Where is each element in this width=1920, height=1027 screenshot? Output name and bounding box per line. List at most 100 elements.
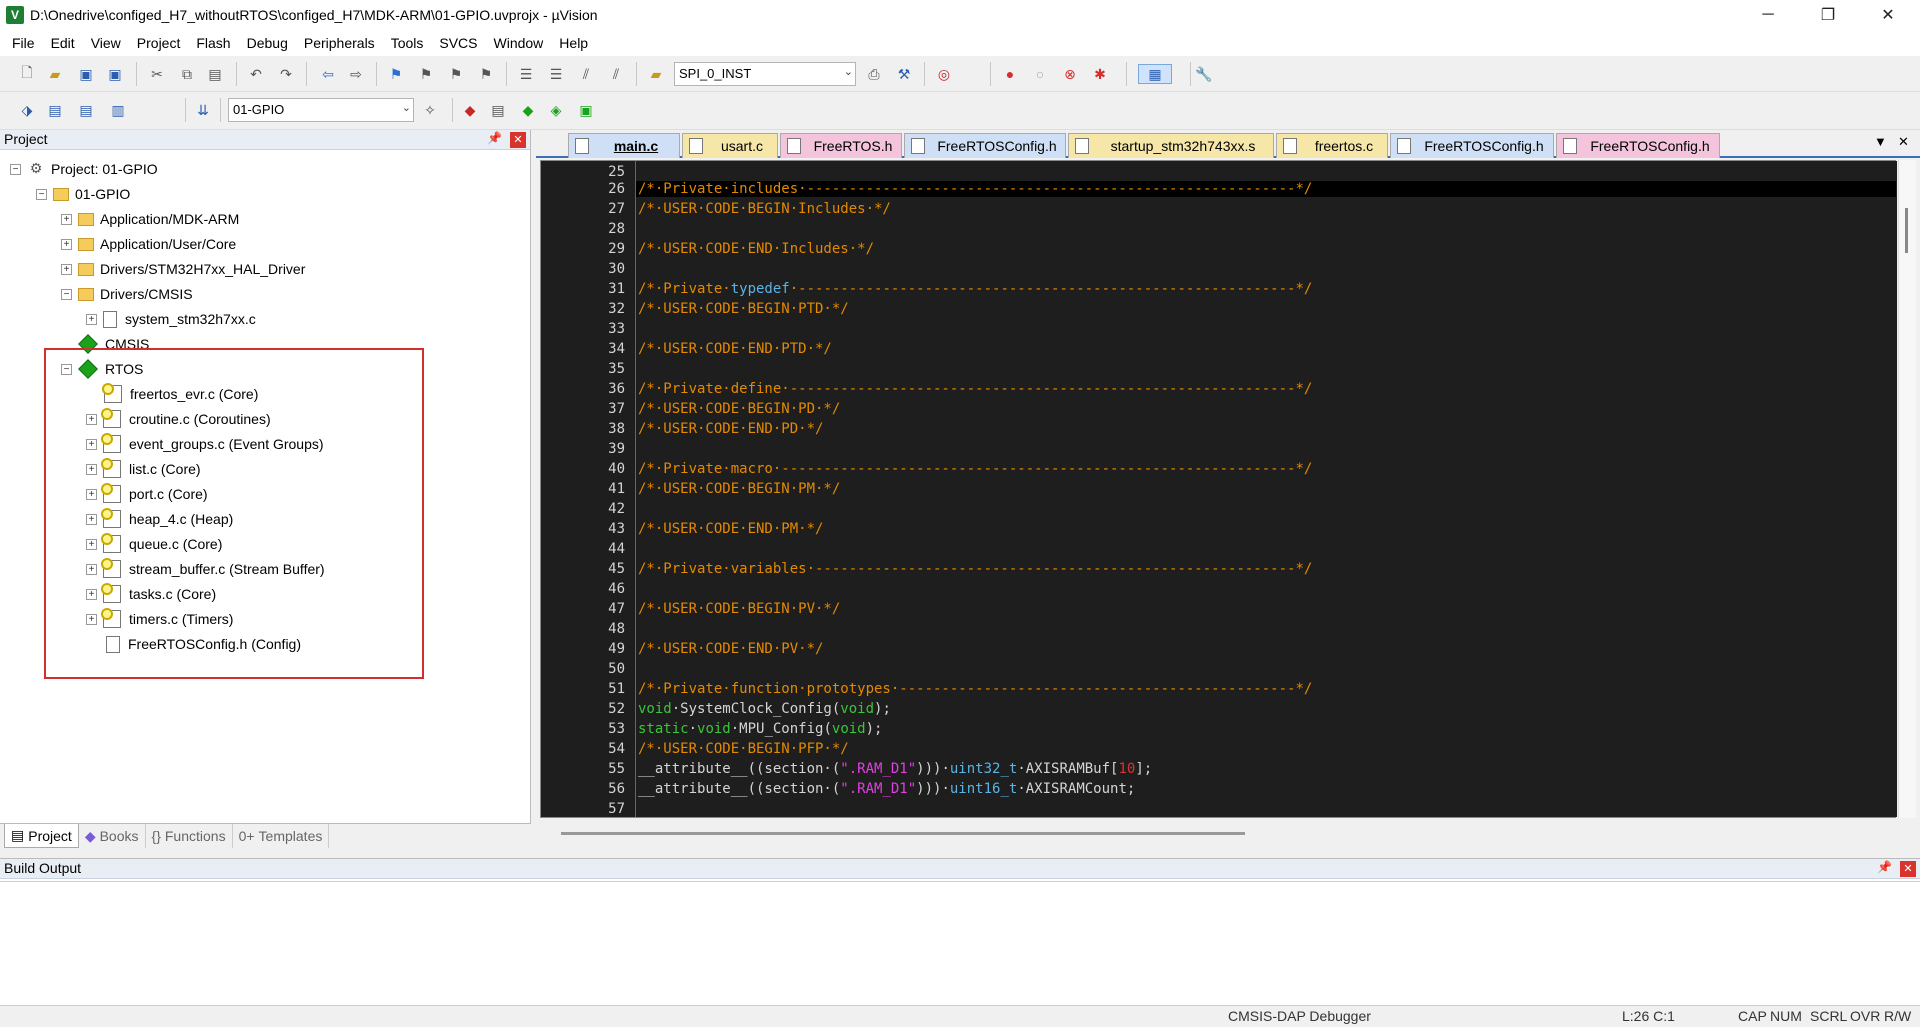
scroll-thumb[interactable] <box>1905 208 1908 253</box>
tree-item-group[interactable]: − Drivers/CMSIS <box>61 282 193 306</box>
incremental-find-icon[interactable]: ⚒ <box>894 64 914 84</box>
build-vertical-scrollbar[interactable] <box>1902 885 1918 990</box>
close-tab-icon[interactable]: ✕ <box>1898 134 1909 150</box>
code-text[interactable]: /*·Private·includes·--------------------… <box>635 161 1897 817</box>
navigate-back-icon[interactable]: ⇦ <box>318 64 338 84</box>
find-icon[interactable]: ⎙ <box>864 64 884 84</box>
tree-item-group[interactable]: + Application/User/Core <box>61 232 236 256</box>
unindent-icon[interactable]: ☰ <box>546 64 566 84</box>
prev-bookmark-icon[interactable]: ⚑ <box>416 64 436 84</box>
paste-icon[interactable]: ▤ <box>205 64 225 84</box>
tab-usart-c[interactable]: usart.c <box>682 133 778 158</box>
code-editor[interactable]: 25 26 27 28 29 30 31 32 33 34 35 36 37 3… <box>540 160 1897 818</box>
configure-icon[interactable]: 🔧 <box>1194 64 1214 84</box>
pin-icon[interactable]: 📌 <box>1877 860 1892 874</box>
rebuild-icon[interactable]: ▤ <box>76 100 96 120</box>
tree-item-group[interactable]: + Application/MDK-ARM <box>61 207 239 231</box>
expand-icon[interactable]: + <box>61 213 72 225</box>
disable-breakpoint-icon[interactable]: ○ <box>1030 64 1050 84</box>
collapse-icon[interactable]: − <box>10 163 21 175</box>
close-pane-icon[interactable]: ✕ <box>1900 861 1916 877</box>
tree-item-group[interactable]: + Drivers/STM32H7xx_HAL_Driver <box>61 257 305 281</box>
new-file-icon[interactable]: 🗋 <box>17 64 37 84</box>
breakpoint-icon[interactable]: ● <box>1000 64 1020 84</box>
tab-list-icon[interactable]: ▼ <box>1874 134 1887 149</box>
line-number: 50 <box>608 661 625 677</box>
tab-freertosconfig-h[interactable]: FreeRTOSConfig.h <box>904 133 1066 158</box>
expand-icon[interactable]: + <box>86 313 97 325</box>
expand-icon[interactable]: + <box>61 238 72 250</box>
bookmark-icon[interactable]: ⚑ <box>386 64 406 84</box>
save-all-icon[interactable]: ▣ <box>105 64 125 84</box>
minimize-button[interactable]: ─ <box>1740 0 1796 30</box>
copy-icon[interactable]: ⧉ <box>177 64 197 84</box>
indent-icon[interactable]: ☰ <box>516 64 536 84</box>
tab-freertos-h[interactable]: FreeRTOS.h <box>780 133 902 158</box>
editor-horizontal-scrollbar[interactable] <box>536 827 1920 841</box>
menu-debug[interactable]: Debug <box>239 35 296 51</box>
debug-session-icon[interactable]: ◎ <box>934 64 954 84</box>
tab-functions[interactable]: {} Functions <box>146 824 233 848</box>
build-icon[interactable]: ▤ <box>45 100 65 120</box>
target-select[interactable]: 01-GPIO ⌄ <box>228 98 414 122</box>
run-time-environment-icon[interactable]: ◆ <box>518 100 538 120</box>
project-pane: Project 📌 ✕ − ⚙ Project: 01-GPIO − 01-GP… <box>0 130 531 850</box>
tab-project[interactable]: ▤ Project <box>4 824 79 848</box>
menu-edit[interactable]: Edit <box>43 35 83 51</box>
disable-all-breakpoints-icon[interactable]: ⊗ <box>1060 64 1080 84</box>
next-bookmark-icon[interactable]: ⚑ <box>446 64 466 84</box>
open-file-icon[interactable]: ▰ <box>45 64 65 84</box>
collapse-icon[interactable]: − <box>61 288 72 300</box>
tree-item-project[interactable]: − ⚙ Project: 01-GPIO <box>10 157 158 181</box>
find-combo[interactable]: SPI_0_INST ⌄ <box>674 62 856 86</box>
expand-icon[interactable]: + <box>61 263 72 275</box>
editor-vertical-scrollbar[interactable] <box>1898 160 1916 818</box>
restore-button[interactable]: ❐ <box>1800 0 1856 30</box>
select-packs-icon[interactable]: ▤ <box>488 100 508 120</box>
close-button[interactable]: ✕ <box>1860 0 1916 30</box>
tree-item-file[interactable]: + system_stm32h7xx.c <box>86 307 256 331</box>
menu-tools[interactable]: Tools <box>383 35 432 51</box>
pin-icon[interactable]: 📌 <box>487 131 502 145</box>
target-options-icon[interactable]: ✧ <box>420 100 440 120</box>
tab-templates[interactable]: 0+ Templates <box>233 824 330 848</box>
menu-help[interactable]: Help <box>551 35 596 51</box>
menu-view[interactable]: View <box>83 35 129 51</box>
download-icon[interactable]: ⇊ <box>193 100 213 120</box>
menu-window[interactable]: Window <box>486 35 552 51</box>
save-icon[interactable]: ▣ <box>76 64 96 84</box>
menu-svcs[interactable]: SVCS <box>431 35 485 51</box>
translate-icon[interactable]: ⬗ <box>17 100 37 120</box>
tree-item-target[interactable]: − 01-GPIO <box>36 182 130 206</box>
tab-freertos-c[interactable]: freertos.c <box>1276 133 1388 158</box>
tab-main-c[interactable]: main.c <box>568 133 680 158</box>
clear-bookmarks-icon[interactable]: ⚑ <box>476 64 496 84</box>
comment-icon[interactable]: ⫽ <box>576 64 596 84</box>
manage-components-icon[interactable]: ◆ <box>460 100 480 120</box>
build-output-text[interactable] <box>0 881 1920 993</box>
project-bottom-tabs: ▤ Project ◆ Books {} Functions 0+ Templates <box>0 823 531 850</box>
collapse-icon[interactable]: − <box>36 188 47 200</box>
window-layout-icon[interactable]: ▦ <box>1138 64 1172 84</box>
menu-project[interactable]: Project <box>129 35 189 51</box>
scroll-thumb[interactable] <box>561 832 1245 835</box>
tab-freertosconfig-h[interactable]: FreeRTOSConfig.h <box>1556 133 1720 158</box>
redo-icon[interactable]: ↷ <box>276 64 296 84</box>
tab-freertosconfig-h[interactable]: FreeRTOSConfig.h <box>1390 133 1554 158</box>
pack-installer-icon[interactable]: ◈ <box>546 100 566 120</box>
tab-books[interactable]: ◆ Books <box>79 824 146 848</box>
menu-flash[interactable]: Flash <box>188 35 238 51</box>
undo-icon[interactable]: ↶ <box>246 64 266 84</box>
menu-peripherals[interactable]: Peripherals <box>296 35 383 51</box>
cut-icon[interactable]: ✂ <box>147 64 167 84</box>
line-number: 36 <box>608 381 625 397</box>
kill-breakpoints-icon[interactable]: ✱ <box>1090 64 1110 84</box>
close-pane-icon[interactable]: ✕ <box>510 132 526 148</box>
navigate-forward-icon[interactable]: ⇨ <box>346 64 366 84</box>
find-in-files-icon[interactable]: ▰ <box>646 64 666 84</box>
uncomment-icon[interactable]: ⫽ <box>606 64 626 84</box>
tab-startup-s[interactable]: startup_stm32h743xx.s <box>1068 133 1274 158</box>
menu-file[interactable]: File <box>4 35 43 51</box>
batch-build-icon[interactable]: ▥ <box>108 100 128 120</box>
software-packs-icon[interactable]: ▣ <box>576 100 596 120</box>
